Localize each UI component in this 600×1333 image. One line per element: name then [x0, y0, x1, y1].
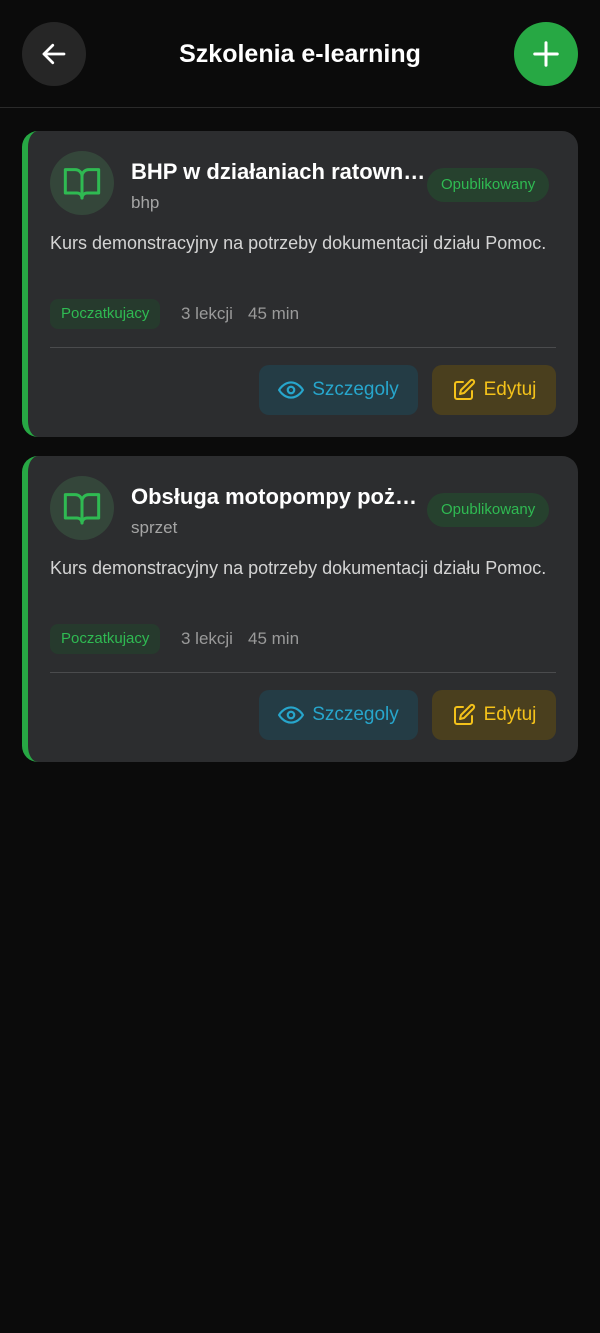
- add-course-button[interactable]: [514, 22, 578, 86]
- back-button[interactable]: [22, 22, 86, 86]
- lessons-count: 3 lekcji: [181, 304, 233, 323]
- status-badge: Opublikowany: [427, 493, 550, 527]
- details-button[interactable]: Szczegoly: [259, 690, 418, 740]
- eye-icon: [278, 706, 305, 724]
- status-badge: Opublikowany: [427, 168, 550, 202]
- page-title: Szkolenia e-learning: [179, 40, 421, 68]
- course-icon-circle: [50, 151, 114, 215]
- edit-button-label: Edytuj: [483, 379, 537, 400]
- card-divider: [50, 347, 556, 348]
- level-badge: Poczatkujacy: [50, 299, 161, 329]
- details-button[interactable]: Szczegoly: [259, 365, 418, 415]
- lessons-count: 3 lekcji: [181, 629, 233, 648]
- course-duration: 45 min: [248, 304, 300, 323]
- eye-icon: [278, 381, 305, 399]
- course-icon-circle: [50, 476, 114, 540]
- plus-icon: [533, 41, 559, 67]
- edit-button[interactable]: Edytuj: [432, 365, 556, 415]
- edit-icon: [453, 378, 475, 400]
- course-card[interactable]: BHP w działaniach ratowni… bhp Opublikow…: [22, 131, 578, 437]
- book-open-icon: [63, 493, 101, 525]
- level-badge: Poczatkujacy: [50, 624, 161, 654]
- course-duration: 45 min: [248, 629, 300, 648]
- details-button-label: Szczegoly: [312, 379, 399, 400]
- card-divider: [50, 672, 556, 673]
- arrow-left-icon: [42, 43, 66, 65]
- course-description: Kurs demonstracyjny na potrzeby dokument…: [50, 558, 547, 578]
- course-description: Kurs demonstracyjny na potrzeby dokument…: [50, 233, 547, 253]
- course-category: sprzet: [131, 518, 178, 537]
- edit-button[interactable]: Edytuj: [432, 690, 556, 740]
- edit-button-label: Edytuj: [483, 704, 537, 725]
- edit-icon: [453, 703, 475, 725]
- course-title: BHP w działaniach ratowni…: [131, 159, 427, 184]
- app-header: Szkolenia e-learning: [0, 0, 600, 108]
- book-open-icon: [63, 168, 101, 200]
- course-card[interactable]: Obsługa motopompy poża… sprzet Opublikow…: [22, 456, 578, 762]
- details-button-label: Szczegoly: [312, 704, 399, 725]
- course-title: Obsługa motopompy poża…: [131, 484, 427, 509]
- course-category: bhp: [131, 193, 160, 212]
